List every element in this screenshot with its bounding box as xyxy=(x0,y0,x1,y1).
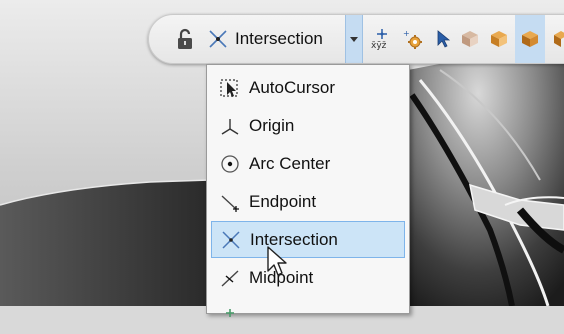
view-cube-button-1[interactable] xyxy=(457,15,483,63)
view-cube-button-3[interactable] xyxy=(515,15,545,63)
intersection-icon xyxy=(222,230,240,249)
select-arrow-icon xyxy=(437,30,451,48)
cube-icon xyxy=(491,31,507,47)
menu-item-label: Arc Center xyxy=(249,153,331,173)
svg-text:x̄ȳz̄: x̄ȳz̄ xyxy=(371,41,387,51)
snap-mode-label: Intersection xyxy=(235,29,323,48)
select-tool-button[interactable] xyxy=(431,15,455,63)
menu-item-partial[interactable] xyxy=(211,297,405,334)
cube-icon xyxy=(462,31,478,47)
snap-settings-button[interactable]: + xyxy=(399,15,427,63)
arc-center-icon xyxy=(221,154,239,173)
cube-icon xyxy=(522,31,538,47)
autocursor-icon xyxy=(220,78,238,97)
snap-mode-menu: AutoCursor Origin Arc Center Endpoint In… xyxy=(206,64,410,317)
menu-item-origin[interactable]: Origin xyxy=(211,107,405,144)
menu-item-endpoint[interactable]: Endpoint xyxy=(211,183,405,220)
menu-item-autocursor[interactable]: AutoCursor xyxy=(211,69,405,106)
menu-item-intersection[interactable]: Intersection xyxy=(211,221,405,258)
menu-item-label: Midpoint xyxy=(249,267,314,287)
intersection-snap-icon xyxy=(209,30,227,48)
menu-item-label: AutoCursor xyxy=(249,77,335,97)
endpoint-icon xyxy=(221,194,239,212)
menu-item-label: Origin xyxy=(249,115,295,135)
coordinate-input-button[interactable]: x̄ȳz̄ xyxy=(367,15,397,63)
view-cube-button-2[interactable] xyxy=(486,15,512,63)
snap-mode-combo[interactable]: Intersection xyxy=(207,15,343,63)
lock-button[interactable] xyxy=(171,15,199,63)
snap-toolbar: Intersection x̄ȳz̄ + xyxy=(148,14,564,64)
snap-point-icon xyxy=(226,308,234,317)
lock-icon xyxy=(178,28,192,49)
snap-settings-gear-icon: + xyxy=(403,29,422,49)
menu-item-arc-center[interactable]: Arc Center xyxy=(211,145,405,182)
menu-item-label: Endpoint xyxy=(249,191,317,211)
chevron-down-icon xyxy=(350,36,358,42)
svg-text:+: + xyxy=(403,29,410,38)
menu-item-midpoint[interactable]: Midpoint xyxy=(211,259,405,296)
xyz-coordinate-icon: x̄ȳz̄ xyxy=(371,29,387,51)
view-cube-button-4[interactable] xyxy=(547,15,564,63)
origin-axes-icon xyxy=(221,118,239,135)
menu-item-label: Intersection xyxy=(250,229,338,249)
cube-icon xyxy=(554,31,564,47)
midpoint-icon xyxy=(221,269,239,287)
snap-mode-dropdown-button[interactable] xyxy=(345,15,363,63)
